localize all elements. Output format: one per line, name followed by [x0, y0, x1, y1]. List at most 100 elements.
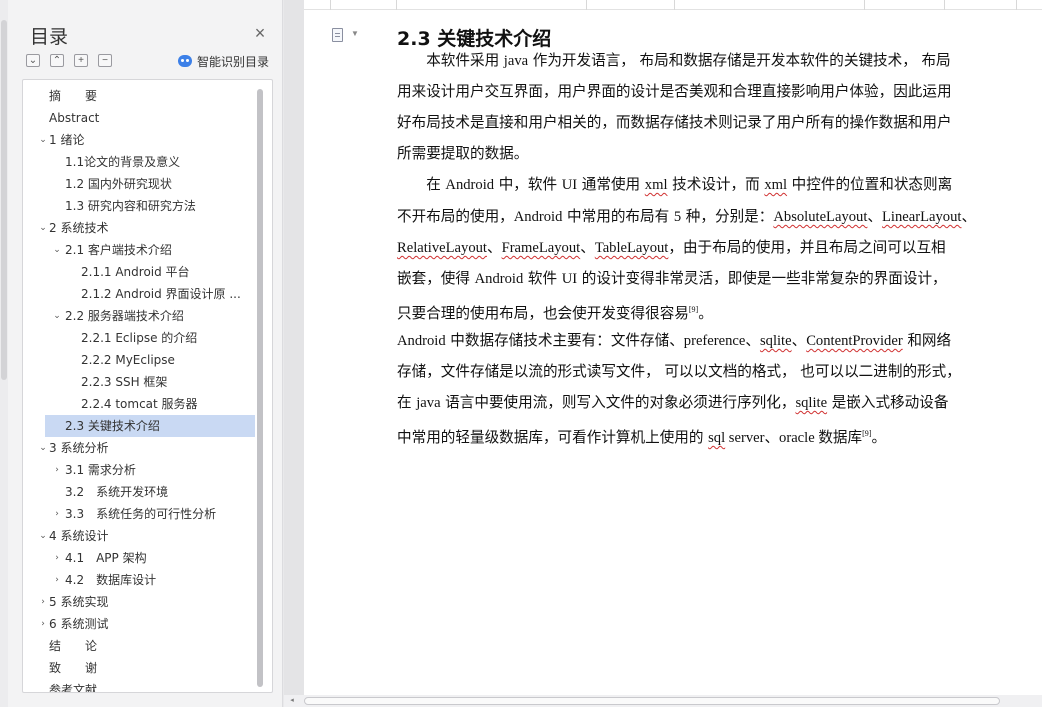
- pane-scrollbar-thumb[interactable]: [1, 20, 7, 380]
- chevron-right-icon[interactable]: ›: [37, 613, 49, 635]
- text-run: java: [503, 53, 529, 69]
- spellcheck-word: ContentProvider: [806, 333, 903, 349]
- toc-item-label: 参考文献: [49, 683, 98, 693]
- spellcheck-word: FrameLayout: [501, 240, 581, 256]
- chevron-right-icon[interactable]: ›: [51, 569, 63, 591]
- document-icon: [332, 28, 343, 42]
- body-text-line[interactable]: 好布局技术是直接和用户相关的，而数据存储技术则记录了用户所有的操作数据和用户: [397, 112, 952, 134]
- chevron-down-icon[interactable]: ⌄: [51, 239, 63, 261]
- toc-item[interactable]: 3.2 系统开发环境: [23, 481, 255, 503]
- chevron-down-icon: ▼: [351, 29, 359, 38]
- toc-item[interactable]: 参考文献: [23, 679, 255, 693]
- text-run: 所需要提取的数据。: [397, 145, 529, 162]
- spellcheck-word: sqlite: [759, 333, 792, 349]
- text-run: ，由于布局的使用，并且布局之间可以互相: [668, 239, 946, 256]
- spellcheck-word: TableLayout: [594, 240, 669, 256]
- text-run: Android: [513, 209, 563, 225]
- toc-item[interactable]: ⌄ 2 系统技术: [23, 217, 255, 239]
- text-run: 作为开发语言， 布局和数据存储是开发本软件的关键技术， 布局: [528, 52, 951, 69]
- toc-item[interactable]: › 6 系统测试: [23, 613, 255, 635]
- toc-item[interactable]: 2.3 关键技术介绍: [45, 415, 255, 437]
- text-run: 中常用的轻量级数据库，可看作计算机上使用的: [397, 429, 709, 446]
- toc-item[interactable]: 结 论: [23, 635, 255, 657]
- text-run: preference: [683, 333, 746, 349]
- collapse-all-button[interactable]: ⌃: [50, 54, 64, 67]
- toc-item[interactable]: ⌄ 3 系统分析: [23, 437, 255, 459]
- body-text-line[interactable]: 本软件采用 java 作为开发语言， 布局和数据存储是开发本软件的关键技术， 布…: [397, 50, 951, 72]
- toc-item-label: 6 系统测试: [49, 617, 109, 631]
- text-run: 、: [745, 332, 760, 349]
- toc-item[interactable]: ⌄ 4 系统设计: [23, 525, 255, 547]
- close-icon[interactable]: ×: [250, 23, 270, 43]
- toc-scrollbar-thumb[interactable]: [257, 89, 263, 687]
- add-heading-button[interactable]: +: [74, 54, 88, 67]
- smart-toc-button[interactable]: 智能识别目录: [178, 53, 269, 69]
- body-text-line[interactable]: 所需要提取的数据。: [397, 143, 528, 165]
- horizontal-scrollbar[interactable]: ◂: [284, 695, 1042, 707]
- toc-item[interactable]: ⌄ 2.2 服务器端技术介绍: [23, 305, 255, 327]
- body-text-line[interactable]: 只要合理的使用布局，也会使开发变得很容易[9]。: [397, 299, 713, 322]
- paragraph-menu-icon[interactable]: ▼: [332, 27, 362, 45]
- toc-item[interactable]: › 4.2 数据库设计: [23, 569, 255, 591]
- chevron-right-icon[interactable]: ›: [51, 503, 63, 525]
- toc-item-label: 2.2.2 MyEclipse: [81, 353, 175, 367]
- toc-item[interactable]: ⌄ 1 绪论: [23, 129, 255, 151]
- toc-item[interactable]: Abstract: [23, 107, 255, 129]
- toc-item[interactable]: 1.3 研究内容和研究方法: [23, 195, 255, 217]
- body-text-line[interactable]: 在 Android 中，软件 UI 通常使用 xml 技术设计，而 xml 中控…: [397, 174, 952, 196]
- toc-item[interactable]: 2.2.3 SSH 框架: [23, 371, 255, 393]
- toc-item-label: 3.1 需求分析: [65, 463, 136, 477]
- toc-item[interactable]: 1.1论文的背景及意义: [23, 151, 255, 173]
- toc-item[interactable]: › 3.3 系统任务的可行性分析: [23, 503, 255, 525]
- chevron-right-icon[interactable]: ›: [51, 459, 63, 481]
- text-run: 只要合理的使用布局，也会使开发变得很容易: [397, 305, 689, 322]
- text-run: 和网络: [902, 332, 952, 349]
- chevron-down-icon[interactable]: ⌄: [51, 305, 63, 327]
- pane-scrollbar[interactable]: [0, 0, 8, 707]
- toc-item-label: 1.2 国内外研究现状: [65, 177, 172, 191]
- spellcheck-word: xml: [764, 177, 788, 193]
- document-area: ▼ 2.3 关键技术介绍 本软件采用 java 作为开发语言， 布局和数据存储是…: [284, 0, 1042, 707]
- toc-item-label: 4.1 APP 架构: [65, 551, 147, 565]
- toc-item-label: 结 论: [49, 639, 98, 653]
- chevron-down-icon[interactable]: ⌄: [37, 129, 49, 151]
- toc-item[interactable]: 致 谢: [23, 657, 255, 679]
- remove-heading-button[interactable]: −: [98, 54, 112, 67]
- horizontal-scrollbar-thumb[interactable]: [304, 697, 1000, 705]
- toc-item[interactable]: 2.1.1 Android 平台: [23, 261, 255, 283]
- text-run: server、oracle 数据库: [725, 430, 863, 446]
- chevron-down-icon[interactable]: ⌄: [37, 437, 49, 459]
- toc-item[interactable]: 摘 要: [23, 85, 255, 107]
- toc-item[interactable]: › 4.1 APP 架构: [23, 547, 255, 569]
- toc-item[interactable]: 2.2.2 MyEclipse: [23, 349, 255, 371]
- toc-item-label: 3.3 系统任务的可行性分析: [65, 507, 217, 521]
- body-text-line[interactable]: Android 中数据存储技术主要有：文件存储、preference、sqlit…: [397, 330, 951, 352]
- body-text-line[interactable]: 用来设计用户交互界面，用户界面的设计是否美观和合理直接影响用户体验，因此运用: [397, 81, 952, 103]
- body-text-line[interactable]: 中常用的轻量级数据库，可看作计算机上使用的 sql server、oracle …: [397, 423, 886, 446]
- chevron-down-icon[interactable]: ⌄: [37, 217, 49, 239]
- toc-scrollbar[interactable]: [255, 84, 265, 688]
- body-text-line[interactable]: 存储，文件存储是以流的形式读写文件， 可以以文档的格式， 也可以以二进制的形式，: [397, 361, 961, 383]
- chevron-down-icon[interactable]: ⌄: [37, 525, 49, 547]
- body-text-line[interactable]: RelativeLayout、FrameLayout、TableLayout，由…: [397, 237, 946, 259]
- toc-item-label: 1.3 研究内容和研究方法: [65, 199, 196, 213]
- toc-item-label: 4.2 数据库设计: [65, 573, 157, 587]
- document-page[interactable]: ▼ 2.3 关键技术介绍 本软件采用 java 作为开发语言， 布局和数据存储是…: [304, 10, 1042, 695]
- text-run: 语言中要使用流，则写入文件的对象必须进行序列化，: [440, 394, 796, 411]
- body-text-line[interactable]: 不开布局的使用，Android 中常用的布局有 5 种，分别是：Absolute…: [397, 206, 976, 228]
- toc-item[interactable]: 2.2.4 tomcat 服务器: [23, 393, 255, 415]
- chevron-right-icon[interactable]: ›: [51, 547, 63, 569]
- toc-item[interactable]: 2.1.2 Android 界面设计原 ...: [23, 283, 255, 305]
- toc-item[interactable]: ⌄ 2.1 客户端技术介绍: [23, 239, 255, 261]
- expand-all-button[interactable]: ⌄: [26, 54, 40, 67]
- body-text-line[interactable]: 在 java 语言中要使用流，则写入文件的对象必须进行序列化，sqlite 是嵌…: [397, 392, 948, 414]
- section-heading[interactable]: 2.3 关键技术介绍: [397, 24, 551, 51]
- toc-item[interactable]: › 3.1 需求分析: [23, 459, 255, 481]
- chevron-right-icon[interactable]: ›: [37, 591, 49, 613]
- body-text-line[interactable]: 嵌套，使得 Android 软件 UI 的设计变得非常灵活，即使是一些非常复杂的…: [397, 268, 947, 290]
- toc-item[interactable]: 1.2 国内外研究现状: [23, 173, 255, 195]
- toc-item[interactable]: 2.2.1 Eclipse 的介绍: [23, 327, 255, 349]
- toc-item[interactable]: › 5 系统实现: [23, 591, 255, 613]
- scroll-left-icon[interactable]: ◂: [286, 695, 298, 707]
- spellcheck-word: RelativeLayout: [397, 240, 487, 256]
